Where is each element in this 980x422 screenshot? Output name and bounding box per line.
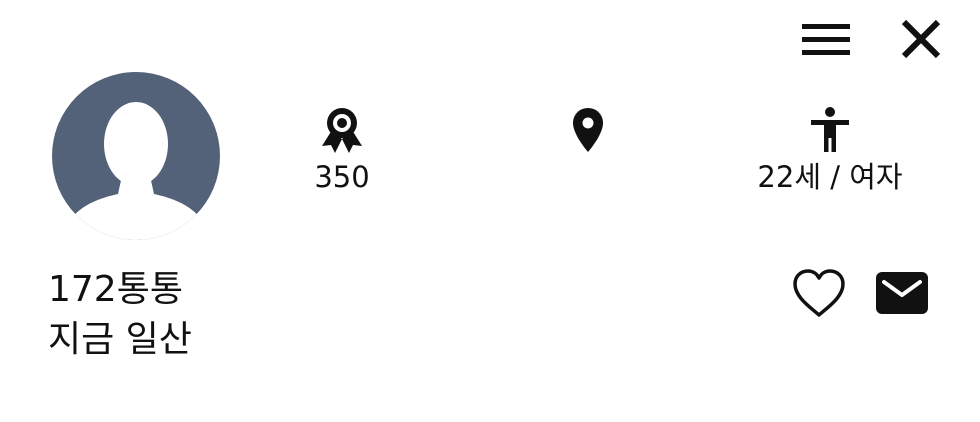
age-gender-value: 22세 / 여자 xyxy=(757,160,903,194)
close-icon xyxy=(901,19,941,59)
age-gender-stat: 22세 / 여자 xyxy=(730,106,930,194)
points-stat: 350 xyxy=(292,106,392,194)
envelope-icon xyxy=(876,272,928,314)
award-ribbon-icon xyxy=(322,108,362,153)
heart-outline-icon xyxy=(793,269,845,317)
avatar[interactable] xyxy=(52,72,220,240)
close-button[interactable] xyxy=(896,14,946,64)
status-text: 지금 일산 xyxy=(48,319,192,360)
like-button[interactable] xyxy=(792,268,846,320)
map-pin-icon xyxy=(573,108,603,152)
location-stat xyxy=(538,106,638,160)
person-icon xyxy=(811,107,849,152)
default-user-avatar-icon xyxy=(52,72,220,240)
message-button[interactable] xyxy=(874,270,930,316)
nickname: 172통통 xyxy=(48,269,183,310)
menu-button[interactable] xyxy=(798,14,854,64)
points-value: 350 xyxy=(314,160,370,194)
hamburger-icon xyxy=(802,24,850,55)
